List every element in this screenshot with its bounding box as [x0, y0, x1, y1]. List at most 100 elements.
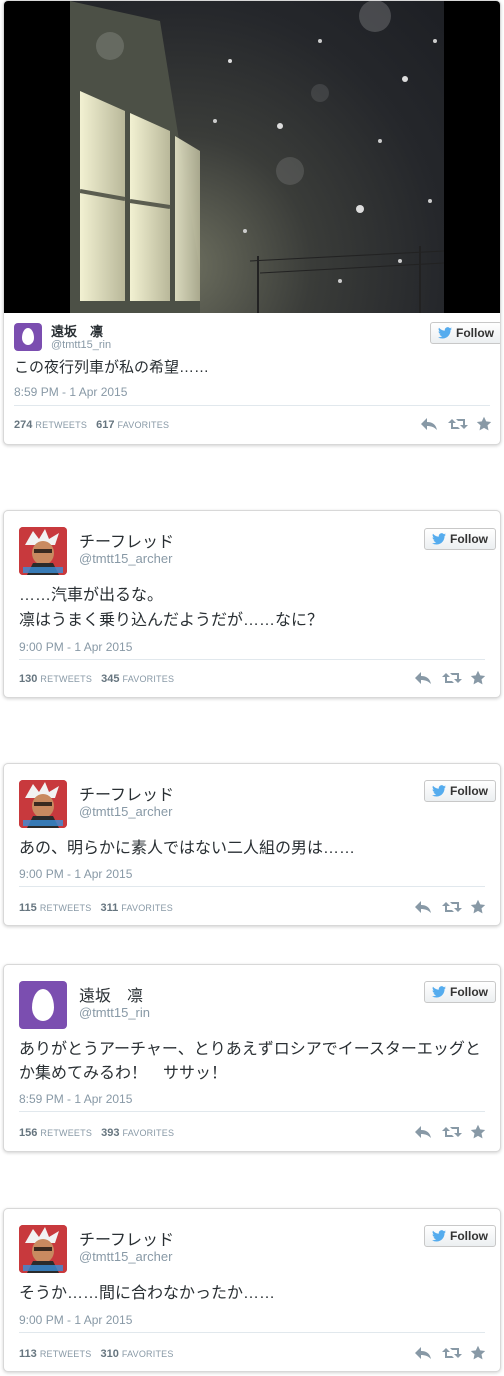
tweet-timestamp[interactable]: 9:00 PM - 1 Apr 2015 — [19, 1313, 132, 1327]
reply-icon[interactable] — [420, 416, 438, 432]
retweet-icon[interactable] — [442, 1124, 462, 1140]
tweet-text-line-1: そうか……間に合わなかったか…… — [19, 1285, 276, 1302]
tweet-actions — [420, 416, 494, 432]
display-name[interactable]: チーフレッド — [79, 781, 174, 805]
favorites-label: FAVORITES — [121, 1349, 174, 1359]
favorite-count[interactable]: 311 — [100, 902, 118, 914]
tweet-actions — [414, 1124, 488, 1140]
tweet-timestamp[interactable]: 8:59 PM - 1 Apr 2015 — [14, 385, 127, 399]
tweet-timestamp[interactable]: 8:59 PM - 1 Apr 2015 — [19, 1092, 132, 1106]
favorites-label: FAVORITES — [121, 903, 173, 913]
tweet-timestamp[interactable]: 9:00 PM - 1 Apr 2015 — [19, 867, 132, 881]
character-portrait-icon — [19, 1225, 67, 1273]
retweet-icon[interactable] — [442, 670, 462, 686]
tweet-text-line-1: ありがとうアーチャー、とりあえずロシアでイースターエッグと — [19, 1041, 481, 1058]
tweet-stats: 113 RETWEETS 310 FAVORITES — [19, 1348, 180, 1360]
character-portrait-icon — [19, 780, 67, 828]
divider — [14, 405, 490, 406]
avatar[interactable] — [14, 323, 42, 351]
tweet-timestamp[interactable]: 9:00 PM - 1 Apr 2015 — [19, 640, 132, 654]
avatar[interactable] — [19, 780, 67, 828]
tweet-text-line-2: か集めてみるわ！ ササッ！ — [19, 1065, 228, 1082]
star-icon[interactable] — [470, 1124, 488, 1140]
divider — [19, 886, 485, 887]
tweet-card-5: チーフレッド @tmtt15_archer Follow そうか……間に合わなか… — [3, 1208, 501, 1372]
divider — [19, 659, 485, 660]
follow-label: Follow — [450, 784, 488, 798]
tweet-actions — [414, 899, 488, 915]
user-handle[interactable]: @tmtt15_archer — [79, 551, 172, 566]
favorite-count[interactable]: 617 — [96, 419, 114, 431]
egg-icon — [22, 328, 34, 345]
favorite-count[interactable]: 393 — [101, 1127, 119, 1139]
tweet-text-line-1: あの、明らかに素人ではない二人組の男は…… — [19, 840, 356, 857]
twitter-bird-icon — [432, 785, 446, 797]
tweet-stats: 115 RETWEETS 311 FAVORITES — [19, 902, 179, 914]
reply-icon[interactable] — [414, 1345, 432, 1361]
avatar[interactable] — [19, 527, 67, 575]
display-name[interactable]: チーフレッド — [79, 1226, 174, 1250]
favorites-label: FAVORITES — [117, 420, 170, 430]
tweet-card-3: チーフレッド @tmtt15_archer Follow あの、明らかに素人では… — [3, 763, 501, 926]
star-icon[interactable] — [476, 416, 494, 432]
tweet-text-line-1: この夜行列車が私の希望…… — [14, 359, 210, 376]
tweet-stats: 156 RETWEETS 393 FAVORITES — [19, 1127, 180, 1139]
display-name[interactable]: チーフレッド — [79, 528, 174, 552]
twitter-bird-icon — [438, 327, 452, 339]
star-icon[interactable] — [470, 1345, 488, 1361]
tweet-stats: 130 RETWEETS 345 FAVORITES — [19, 673, 180, 685]
retweet-icon[interactable] — [442, 899, 462, 915]
egg-icon — [32, 989, 54, 1021]
retweets-label: RETWEETS — [39, 903, 92, 913]
star-icon[interactable] — [470, 899, 488, 915]
tweet-card-4: 遠坂 凛 @tmtt15_rin Follow ありがとうアーチャー、とりあえず… — [3, 964, 501, 1152]
twitter-bird-icon — [432, 1230, 446, 1242]
follow-button[interactable]: Follow — [424, 528, 496, 550]
avatar[interactable] — [19, 1225, 67, 1273]
avatar[interactable] — [19, 981, 67, 1029]
follow-button[interactable]: Follow — [424, 1225, 496, 1247]
character-portrait-icon — [19, 527, 67, 575]
tweet-card-2: チーフレッド @tmtt15_archer Follow ……汽車が出るな。 凛… — [3, 510, 501, 698]
user-handle[interactable]: @tmtt15_archer — [79, 804, 172, 819]
tweet-stats: 274 RETWEETS 617 FAVORITES — [14, 419, 175, 431]
follow-button[interactable]: Follow — [424, 981, 496, 1003]
reply-icon[interactable] — [414, 1124, 432, 1140]
favorite-count[interactable]: 310 — [100, 1348, 118, 1360]
train-window-snow-image — [70, 1, 444, 313]
retweets-label: RETWEETS — [39, 1349, 92, 1359]
follow-label: Follow — [450, 985, 488, 999]
retweets-label: RETWEETS — [40, 1128, 93, 1138]
favorites-label: FAVORITES — [122, 674, 175, 684]
favorite-count[interactable]: 345 — [101, 673, 119, 685]
tweet-actions — [414, 1345, 488, 1361]
star-icon[interactable] — [470, 670, 488, 686]
follow-label: Follow — [450, 532, 488, 546]
follow-button[interactable]: Follow — [424, 780, 496, 802]
display-name[interactable]: 遠坂 凛 — [79, 982, 143, 1006]
follow-button[interactable]: Follow — [430, 322, 500, 344]
retweet-count[interactable]: 113 — [19, 1348, 37, 1360]
retweet-count[interactable]: 115 — [19, 902, 37, 914]
retweet-count[interactable]: 130 — [19, 673, 37, 685]
reply-icon[interactable] — [414, 899, 432, 915]
retweets-label: RETWEETS — [35, 420, 88, 430]
retweet-count[interactable]: 156 — [19, 1127, 37, 1139]
tweet-card-1: 遠坂 凛 @tmtt15_rin Follow この夜行列車が私の希望…… 8:… — [3, 0, 501, 445]
retweet-count[interactable]: 274 — [14, 419, 32, 431]
follow-label: Follow — [456, 326, 494, 340]
user-handle[interactable]: @tmtt15_rin — [51, 339, 111, 351]
display-name[interactable]: 遠坂 凛 — [51, 321, 103, 340]
tweet-text-line-1: ……汽車が出るな。 — [19, 587, 164, 604]
user-handle[interactable]: @tmtt15_rin — [79, 1005, 150, 1020]
reply-icon[interactable] — [414, 670, 432, 686]
tweet-media-image[interactable] — [4, 1, 500, 313]
twitter-bird-icon — [432, 533, 446, 545]
retweets-label: RETWEETS — [40, 674, 93, 684]
retweet-icon[interactable] — [442, 1345, 462, 1361]
favorites-label: FAVORITES — [122, 1128, 175, 1138]
retweet-icon[interactable] — [448, 416, 468, 432]
divider — [19, 1111, 485, 1112]
tweet-actions — [414, 670, 488, 686]
user-handle[interactable]: @tmtt15_archer — [79, 1249, 172, 1264]
